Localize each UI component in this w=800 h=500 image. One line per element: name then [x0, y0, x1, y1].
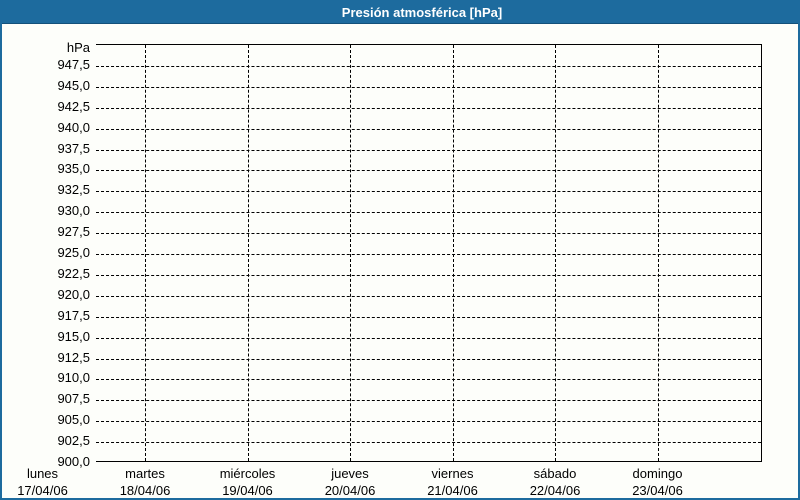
- horizontal-gridline: [96, 379, 761, 380]
- vertical-gridline: [248, 45, 249, 461]
- y-axis-unit-label: hPa: [66, 40, 90, 55]
- chart-title: Presión atmosférica [hPa]: [341, 5, 503, 20]
- horizontal-gridline: [96, 442, 761, 443]
- plot-area: [96, 44, 762, 462]
- horizontal-gridline: [96, 338, 761, 339]
- horizontal-gridline: [96, 359, 761, 360]
- y-tick-label: 932,5: [57, 182, 90, 198]
- day-date: 19/04/06: [222, 483, 273, 498]
- day-name: lunes: [26, 466, 59, 481]
- x-axis-day-label: lunes 17/04/06: [17, 466, 68, 498]
- x-axis-day-label: jueves 20/04/06: [325, 466, 376, 498]
- y-tick-label: 925,0: [57, 245, 90, 260]
- y-tick-label: 937,5: [57, 140, 90, 156]
- y-tick-label: 922,5: [57, 265, 90, 281]
- vertical-gridline: [350, 45, 351, 461]
- x-axis-day-label: miércoles 19/04/06: [220, 466, 276, 498]
- y-tick-label: 940,0: [57, 119, 90, 135]
- horizontal-gridline: [96, 254, 761, 255]
- horizontal-gridline: [96, 212, 761, 213]
- day-date: 20/04/06: [324, 483, 376, 498]
- x-axis-day-label: domingo 23/04/06: [632, 466, 683, 498]
- y-tick-label: 915,0: [57, 328, 90, 344]
- day-date: 23/04/06: [632, 483, 683, 498]
- y-tick-label: 935,0: [57, 161, 90, 177]
- horizontal-gridline: [96, 108, 761, 109]
- y-tick-label: 917,5: [57, 307, 90, 323]
- horizontal-gridline: [96, 87, 761, 88]
- x-axis-day-label: martes 18/04/06: [120, 466, 171, 498]
- y-tick-label: 902,5: [57, 433, 90, 449]
- day-date: 18/04/06: [119, 483, 171, 498]
- day-name: miércoles: [219, 466, 276, 481]
- y-tick-label: 910,0: [57, 370, 90, 386]
- horizontal-gridline: [96, 191, 761, 192]
- day-name: viernes: [431, 466, 474, 481]
- y-tick-label: 907,5: [57, 391, 90, 407]
- x-axis-day-label: sábado 22/04/06: [530, 466, 581, 498]
- day-name: domingo: [632, 466, 683, 481]
- y-tick-label: 920,0: [57, 286, 90, 302]
- horizontal-gridline: [96, 421, 761, 422]
- y-tick-label: 947,5: [57, 56, 90, 72]
- horizontal-gridline: [96, 150, 761, 151]
- y-tick-label: 930,0: [57, 203, 90, 219]
- y-tick-label: 942,5: [57, 98, 90, 114]
- horizontal-gridline: [96, 170, 761, 171]
- vertical-gridline: [145, 45, 146, 461]
- day-date: 17/04/06: [17, 483, 68, 498]
- y-tick-label: 945,0: [57, 77, 90, 93]
- y-tick-label: 905,0: [57, 412, 90, 428]
- y-tick-label: 927,5: [57, 224, 90, 240]
- day-name: jueves: [331, 466, 369, 481]
- horizontal-gridline: [96, 275, 761, 276]
- horizontal-gridline: [96, 317, 761, 318]
- horizontal-gridline: [96, 400, 761, 401]
- vertical-gridline: [453, 45, 454, 461]
- horizontal-gridline: [96, 129, 761, 130]
- horizontal-gridline: [96, 66, 761, 67]
- day-date: 21/04/06: [427, 483, 478, 498]
- day-name: sábado: [533, 466, 577, 481]
- day-date: 22/04/06: [529, 483, 581, 498]
- x-axis-day-label: viernes 21/04/06: [427, 466, 478, 498]
- vertical-gridline: [555, 45, 556, 461]
- chart-title-bar: Presión atmosférica [hPa]: [2, 2, 798, 24]
- vertical-gridline: [658, 45, 659, 461]
- horizontal-gridline: [96, 296, 761, 297]
- y-tick-label: 912,5: [57, 349, 90, 365]
- horizontal-gridline: [96, 233, 761, 234]
- day-name: martes: [125, 466, 165, 481]
- chart-window: Presión atmosférica [hPa] hPa 947,5 945,0…: [0, 0, 800, 500]
